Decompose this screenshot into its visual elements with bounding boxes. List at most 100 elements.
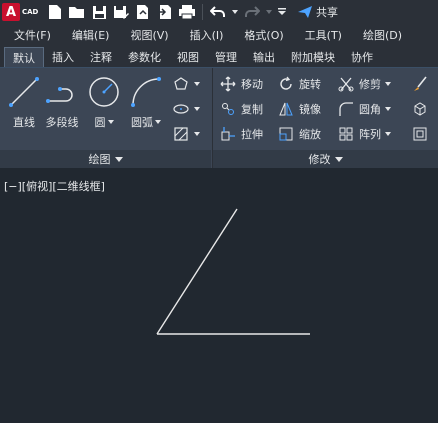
offset-tool-button[interactable] (411, 124, 429, 144)
tab-collaborate[interactable]: 协作 (343, 47, 381, 67)
tab-default[interactable]: 默认 (4, 47, 44, 67)
polyline-label: 多段线 (45, 116, 79, 129)
polyline-icon (44, 74, 80, 110)
explode-cube-icon (411, 100, 429, 118)
trim-icon (337, 75, 355, 93)
modify-col-2: 旋转 镜像 缩放 (277, 74, 321, 144)
stretch-icon (219, 125, 237, 143)
ellipse-icon (172, 100, 190, 118)
menu-draw[interactable]: 绘图(D) (349, 27, 409, 43)
circle-dropdown-icon[interactable] (107, 120, 114, 124)
draw-panel: 直线 多段线 圆 圆弧 绘图 (0, 68, 211, 168)
explode-tool-button[interactable] (411, 99, 429, 119)
rotate-label: 旋转 (299, 78, 321, 91)
customize-toolbar-icon[interactable] (277, 3, 287, 21)
trim-dropdown-icon[interactable] (385, 82, 391, 86)
line-icon (6, 74, 42, 110)
plot-printer-icon[interactable] (178, 3, 196, 21)
modify-panel: 移动 复制 拉伸 旋转 镜像 缩放 修剪 圆角 阵列 修改 (212, 68, 438, 168)
drawing-canvas[interactable]: [−][俯视][二维线框] (0, 168, 438, 423)
tab-view[interactable]: 视图 (169, 47, 207, 67)
array-dropdown-icon[interactable] (385, 132, 391, 136)
export-icon[interactable] (156, 3, 174, 21)
app-logo[interactable]: A CAD (0, 0, 40, 24)
scale-tool-button[interactable]: 缩放 (277, 124, 321, 144)
rotate-icon (277, 75, 295, 93)
trim-tool-button[interactable]: 修剪 (337, 74, 391, 94)
ribbon-tab-bar: 默认 插入 注释 参数化 视图 管理 输出 附加模块 协作 (0, 46, 438, 68)
stretch-tool-button[interactable]: 拉伸 (219, 124, 263, 144)
hatch-tool-button[interactable] (172, 124, 200, 144)
modify-panel-footer[interactable]: 修改 (213, 150, 438, 168)
trim-label: 修剪 (359, 78, 381, 91)
polygon-dropdown-icon[interactable] (194, 82, 200, 86)
copy-tool-button[interactable]: 复制 (219, 99, 263, 119)
save-icon[interactable] (90, 3, 108, 21)
modify-col-4 (411, 74, 429, 144)
tab-annotate[interactable]: 注释 (82, 47, 120, 67)
redo-dropdown-icon[interactable] (265, 3, 273, 21)
polygon-tool-button[interactable] (172, 74, 200, 94)
menu-view[interactable]: 视图(V) (116, 27, 175, 43)
move-tool-button[interactable]: 移动 (219, 74, 263, 94)
move-icon (219, 75, 237, 93)
polyline-tool-button[interactable]: 多段线 (44, 74, 80, 130)
hatch-icon (172, 125, 190, 143)
undo-icon[interactable] (209, 3, 227, 21)
tab-output[interactable]: 输出 (245, 47, 283, 67)
copy-label: 复制 (241, 103, 263, 116)
line-tool-button[interactable]: 直线 (6, 74, 42, 130)
menu-insert[interactable]: 插入(I) (176, 27, 231, 43)
scale-icon (277, 125, 295, 143)
offset-icon (411, 125, 429, 143)
circle-tool-button[interactable]: 圆 (86, 74, 122, 130)
polygon-icon (172, 75, 190, 93)
ribbon: 直线 多段线 圆 圆弧 绘图 移动 复制 拉伸 旋转 镜像 缩放 修剪 圆角 阵… (0, 68, 438, 168)
arc-icon (128, 74, 164, 110)
menu-tools[interactable]: 工具(T) (291, 27, 349, 43)
fillet-tool-button[interactable]: 圆角 (337, 99, 391, 119)
share-button[interactable]: 共享 (297, 4, 338, 20)
menu-format[interactable]: 格式(O) (230, 27, 290, 43)
erase-tool-button[interactable] (411, 74, 429, 94)
tab-manage[interactable]: 管理 (207, 47, 245, 67)
fillet-icon (337, 100, 355, 118)
arc-tool-button[interactable]: 圆弧 (128, 74, 164, 130)
ellipse-tool-button[interactable] (172, 99, 200, 119)
rotate-tool-button[interactable]: 旋转 (277, 74, 321, 94)
fillet-label: 圆角 (359, 103, 381, 116)
arc-dropdown-icon[interactable] (155, 120, 161, 124)
redo-icon[interactable] (243, 3, 261, 21)
menu-bar: 文件(F) 编辑(E) 视图(V) 插入(I) 格式(O) 工具(T) 绘图(D… (0, 24, 438, 46)
array-label: 阵列 (359, 128, 381, 141)
modify-col-3: 修剪 圆角 阵列 (337, 74, 391, 144)
modify-panel-expand-icon (334, 156, 343, 162)
drawing-geometry[interactable] (0, 168, 438, 423)
tab-addins[interactable]: 附加模块 (283, 47, 343, 67)
drawn-line-diagonal[interactable] (156, 208, 238, 335)
menu-file[interactable]: 文件(F) (0, 27, 58, 43)
menu-edit[interactable]: 编辑(E) (58, 27, 117, 43)
save-as-icon[interactable] (112, 3, 130, 21)
mirror-icon (277, 100, 295, 118)
ellipse-dropdown-icon[interactable] (194, 107, 200, 111)
modify-col-1: 移动 复制 拉伸 (219, 74, 263, 144)
mirror-tool-button[interactable]: 镜像 (277, 99, 321, 119)
eraser-icon (411, 75, 429, 93)
draw-panel-footer[interactable]: 绘图 (0, 150, 211, 168)
circle-icon (86, 74, 122, 110)
hatch-dropdown-icon[interactable] (194, 132, 200, 136)
open-folder-icon[interactable] (68, 3, 86, 21)
draw-panel-title: 绘图 (88, 153, 111, 166)
print-to-file-icon[interactable] (134, 3, 152, 21)
array-tool-button[interactable]: 阵列 (337, 124, 391, 144)
array-icon (337, 125, 355, 143)
undo-dropdown-icon[interactable] (231, 3, 239, 21)
fillet-dropdown-icon[interactable] (385, 107, 391, 111)
tab-parametric[interactable]: 参数化 (120, 47, 169, 67)
new-file-icon[interactable] (46, 3, 64, 21)
title-bar: A CAD 共享 (0, 0, 438, 24)
arc-label: 圆弧 (131, 116, 153, 129)
tab-insert[interactable]: 插入 (44, 47, 82, 67)
line-label: 直线 (13, 116, 35, 129)
